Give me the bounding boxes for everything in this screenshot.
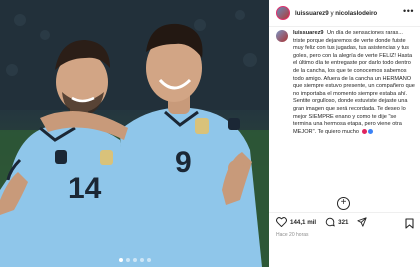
- send-icon[interactable]: [357, 217, 368, 227]
- carousel-dot: [125, 258, 130, 262]
- author-avatar[interactable]: [276, 6, 290, 20]
- heart-icon[interactable]: [276, 217, 287, 227]
- actions-divider: [269, 212, 420, 213]
- carousel-dot: [146, 258, 151, 262]
- load-more-comments-icon[interactable]: +: [337, 197, 350, 210]
- post-actions: 144,1 mil 321: [276, 215, 416, 229]
- left-jersey-number: 14: [68, 172, 102, 205]
- share-action: [357, 217, 368, 227]
- post-header: luissuarez9 y nicolaslodeiro •••: [269, 0, 420, 26]
- more-options-icon[interactable]: •••: [403, 7, 414, 16]
- caption-username-link[interactable]: luissuarez9: [293, 30, 323, 36]
- coauthor-username-link[interactable]: nicolaslodeiro: [335, 10, 377, 17]
- comment-icon[interactable]: [325, 217, 336, 227]
- like-action: 144,1 mil: [276, 217, 316, 227]
- right-jersey-number: 9: [175, 146, 192, 179]
- red-heart-emoji-icon: [361, 128, 367, 134]
- blue-heart-emoji-icon: [367, 128, 373, 134]
- carousel-dot: [139, 258, 144, 262]
- bookmark-icon[interactable]: [405, 216, 414, 234]
- comment-action: 321: [325, 217, 348, 227]
- post-authors: luissuarez9 y nicolaslodeiro: [295, 10, 377, 17]
- players-illustration: 14 9: [0, 0, 269, 267]
- comment-count[interactable]: 321: [338, 219, 348, 226]
- carousel-indicator: [0, 258, 269, 262]
- author-username-link[interactable]: luissuarez9: [295, 10, 329, 17]
- carousel-dot: [132, 258, 137, 262]
- post-sidebar: luissuarez9 y nicolaslodeiro ••• luissua…: [269, 0, 420, 267]
- post-caption: luissuarez9 Un día de sensaciones raras.…: [276, 30, 416, 192]
- caption-text: Un día de sensaciones raras... triste po…: [293, 30, 415, 135]
- caption-avatar[interactable]: [276, 30, 288, 42]
- post-timestamp[interactable]: Hace 20 horas: [276, 232, 309, 238]
- header-divider: [269, 26, 420, 27]
- like-count[interactable]: 144,1 mil: [290, 219, 316, 226]
- post-photo[interactable]: 14 9: [0, 0, 269, 267]
- carousel-dot: [118, 258, 123, 262]
